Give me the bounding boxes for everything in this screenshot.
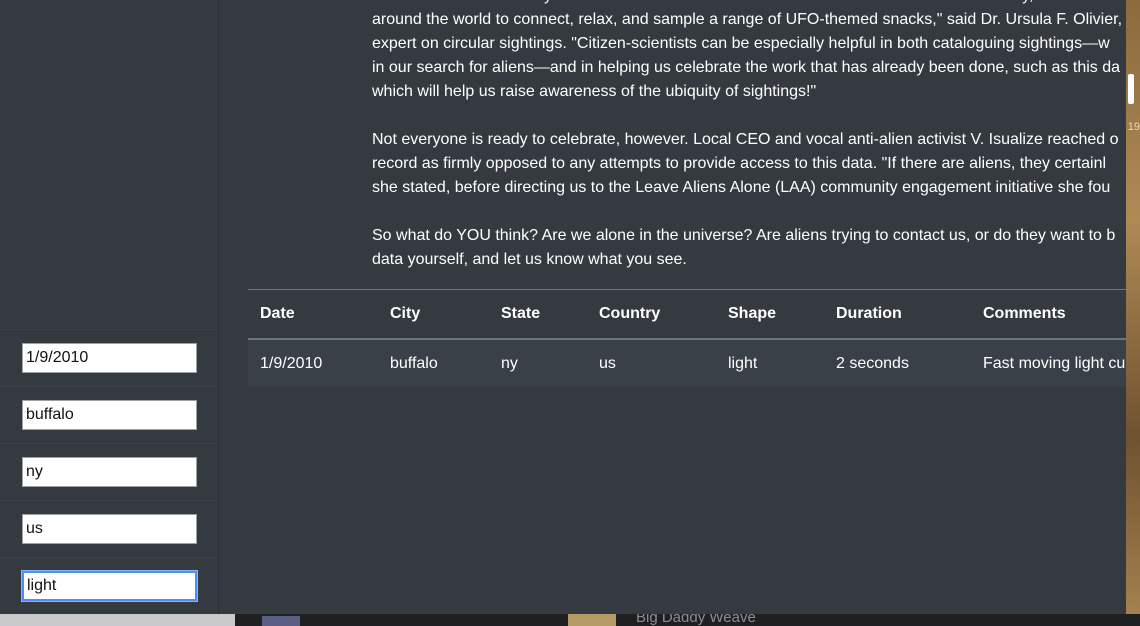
filter-sidebar [0, 0, 219, 614]
taskbar-panel [0, 614, 235, 626]
column-header-country: Country [587, 289, 716, 340]
article-text: "The release of this analysis is well-ti… [372, 0, 1126, 296]
table-header: Date City State Country Shape Duration C… [248, 289, 1126, 340]
article-line: expert on circular sightings. "Citizen-s… [372, 35, 1110, 52]
article-line: around the world to connect, relax, and … [372, 11, 1123, 28]
ufo-sightings-table: Date City State Country Shape Duration C… [248, 289, 1126, 387]
filter-item-country [0, 500, 218, 557]
state-filter-input[interactable] [22, 457, 197, 487]
article-line: Not everyone is ready to celebrate, howe… [372, 131, 1119, 148]
article-line: she stated, before directing us to the L… [372, 179, 1111, 196]
cell-country: us [587, 339, 716, 387]
cell-state: ny [489, 339, 587, 387]
shape-filter-input[interactable] [22, 571, 197, 601]
article-paragraph-2: Not everyone is ready to celebrate, howe… [372, 128, 1126, 200]
article-line: in our search for aliens—and in helping … [372, 59, 1121, 76]
filter-item-city [0, 386, 218, 443]
cell-shape: light [716, 339, 824, 387]
filter-list [0, 329, 218, 614]
column-header-date: Date [248, 289, 378, 340]
article-line: record as firmly opposed to any attempts… [372, 155, 1107, 172]
table-header-row: Date City State Country Shape Duration C… [248, 289, 1126, 340]
column-header-shape: Shape [716, 289, 824, 340]
column-header-state: State [489, 289, 587, 340]
desktop-icon-fragment [1128, 74, 1134, 104]
cell-comments: Fast moving light cu [971, 339, 1126, 387]
browser-viewport: "The release of this analysis is well-ti… [0, 0, 1126, 614]
column-header-city: City [378, 289, 489, 340]
desktop-badge: 19 [1127, 121, 1140, 133]
taskbar-thumbnail[interactable] [262, 616, 300, 626]
cell-date: 1/9/2010 [248, 339, 378, 387]
table-row: 1/9/2010 buffalo ny us light 2 seconds F… [248, 339, 1126, 387]
article-paragraph-3: So what do YOU think? Are we alone in th… [372, 224, 1126, 272]
filter-item-state [0, 443, 218, 500]
album-art-thumbnail[interactable] [568, 614, 616, 626]
table-body: 1/9/2010 buffalo ny us light 2 seconds F… [248, 339, 1126, 387]
filter-item-shape [0, 557, 218, 614]
cell-duration: 2 seconds [824, 339, 971, 387]
main-content: "The release of this analysis is well-ti… [248, 0, 1126, 614]
screen: "The release of this analysis is well-ti… [0, 0, 1140, 626]
taskbar: Big Daddy Weave [0, 614, 1140, 626]
date-filter-input[interactable] [22, 343, 197, 373]
article-line: data yourself, and let us know what you … [372, 251, 687, 268]
now-playing-title[interactable]: Big Daddy Weave [636, 614, 756, 626]
article-line: which will help us raise awareness of th… [372, 83, 817, 100]
cell-city: buffalo [378, 339, 489, 387]
city-filter-input[interactable] [22, 400, 197, 430]
filter-item-date [0, 329, 218, 386]
article-paragraph-1: "The release of this analysis is well-ti… [372, 0, 1126, 104]
column-header-duration: Duration [824, 289, 971, 340]
desktop-wallpaper: 19 [1126, 0, 1140, 626]
column-header-comments: Comments [971, 289, 1126, 340]
article-line: "The release of this analysis is well-ti… [372, 0, 1126, 8]
article-line: So what do YOU think? Are we alone in th… [372, 227, 1116, 244]
country-filter-input[interactable] [22, 514, 197, 544]
